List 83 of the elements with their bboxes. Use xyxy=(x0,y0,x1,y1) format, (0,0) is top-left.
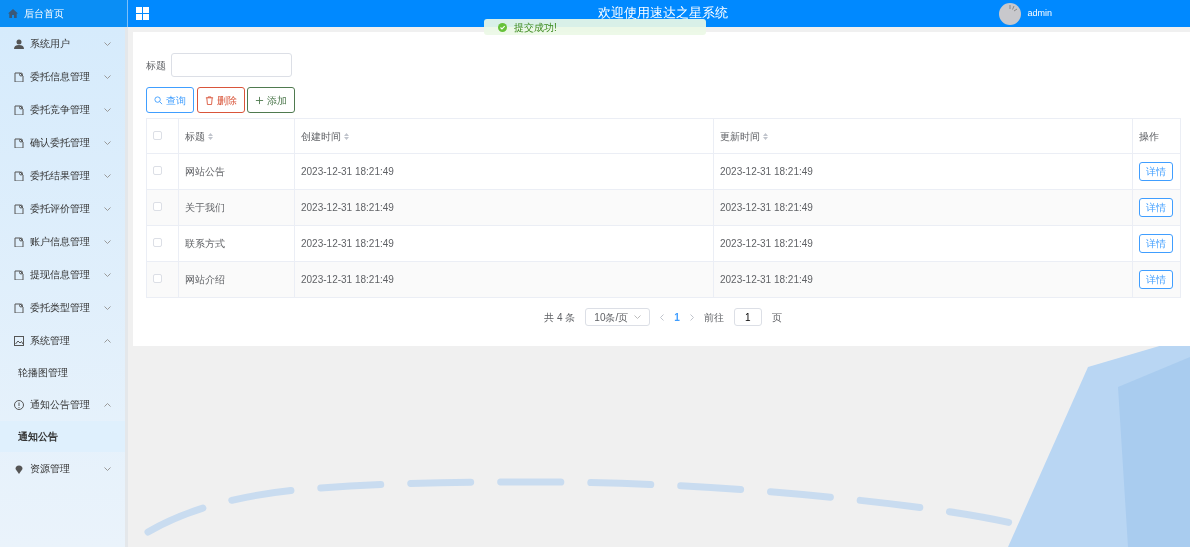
chevron-down-icon xyxy=(104,239,111,244)
column-header[interactable]: 标题 xyxy=(185,130,205,142)
sidebar-item[interactable]: 委托评价管理 xyxy=(0,192,125,225)
column-header[interactable]: 更新时间 xyxy=(720,130,760,142)
toast-message: 提交成功! xyxy=(514,20,557,35)
chevron-down-icon xyxy=(104,107,111,112)
document-icon xyxy=(14,71,24,82)
title-input[interactable] xyxy=(171,53,292,77)
sort-icon[interactable] xyxy=(343,133,349,141)
chevron-down-icon xyxy=(634,315,642,319)
sidebar-item[interactable]: 委托类型管理 xyxy=(0,291,125,324)
title-label: 标题 xyxy=(146,58,166,73)
page-suffix: 页 xyxy=(771,310,782,325)
sidebar-item[interactable]: 委托信息管理 xyxy=(0,60,125,93)
page-size-select[interactable]: 10条/页 xyxy=(585,308,651,326)
sidebar-item[interactable]: 账户信息管理 xyxy=(0,225,125,258)
table-cell: 网站介绍 xyxy=(178,261,295,298)
add-button[interactable]: 添加 xyxy=(247,87,295,113)
plus-icon xyxy=(255,95,264,105)
image-icon xyxy=(14,335,24,346)
sidebar-subitem[interactable]: 通知公告 xyxy=(0,421,125,452)
chevron-down-icon xyxy=(104,305,111,310)
location-pin-icon xyxy=(14,463,24,474)
table-cell: 联系方式 xyxy=(178,225,295,262)
table-cell: 2023-12-31 18:21:49 xyxy=(713,225,1133,262)
sort-icon[interactable] xyxy=(762,133,768,141)
table-cell: 2023-12-31 18:21:49 xyxy=(294,225,714,262)
sidebar-item[interactable]: 系统管理 xyxy=(0,324,125,357)
document-icon xyxy=(14,203,24,214)
document-icon xyxy=(14,137,24,148)
sidebar-item[interactable]: 资源管理 xyxy=(0,452,125,485)
checkbox[interactable] xyxy=(153,166,162,175)
document-icon xyxy=(14,302,24,313)
table-cell: 2023-12-31 18:21:49 xyxy=(294,189,714,226)
chevron-down-icon xyxy=(104,206,111,211)
person-icon xyxy=(14,38,24,49)
total-count: 共 4 条 xyxy=(544,310,576,325)
chevron-down-icon xyxy=(104,74,111,79)
sort-icon[interactable] xyxy=(207,133,213,141)
chevron-up-icon xyxy=(104,402,111,407)
sidebar-item[interactable]: 通知公告管理 xyxy=(0,388,125,421)
document-icon xyxy=(14,104,24,115)
next-page-icon[interactable] xyxy=(689,313,694,321)
chevron-down-icon xyxy=(104,41,111,46)
chevron-up-icon xyxy=(104,338,111,343)
chevron-down-icon xyxy=(104,272,111,277)
sidebar-item[interactable]: 系统用户 xyxy=(0,27,125,60)
previous-page-icon[interactable] xyxy=(660,313,665,321)
avatar-icon[interactable] xyxy=(999,2,1022,25)
sidebar-subitem[interactable]: 轮播图管理 xyxy=(0,357,125,388)
table-cell: 2023-12-31 18:21:49 xyxy=(294,261,714,298)
document-icon xyxy=(14,170,24,181)
delete-button[interactable]: 删除 xyxy=(196,87,245,113)
checkbox[interactable] xyxy=(153,130,162,140)
table-cell: 2023-12-31 18:21:49 xyxy=(713,189,1133,226)
trash-icon xyxy=(204,95,214,105)
home-icon xyxy=(8,9,18,18)
search-icon xyxy=(154,95,163,105)
info-icon xyxy=(14,399,24,410)
grid-menu-icon[interactable] xyxy=(136,7,149,20)
sidebar-item[interactable]: 提现信息管理 xyxy=(0,258,125,291)
table-cell: 2023-12-31 18:21:49 xyxy=(713,261,1133,298)
document-icon xyxy=(14,236,24,247)
system-title: 欢迎使用速达之星系统 xyxy=(598,4,728,22)
table-cell: 2023-12-31 18:21:49 xyxy=(713,153,1133,190)
chevron-down-icon xyxy=(104,173,111,178)
chevron-down-icon xyxy=(104,140,111,145)
goto-label: 前往 xyxy=(703,310,724,325)
table-cell: 关于我们 xyxy=(178,189,295,226)
table-cell: 2023-12-31 18:21:49 xyxy=(294,153,714,190)
checkbox[interactable] xyxy=(153,202,162,211)
sidebar-item[interactable]: 委托结果管理 xyxy=(0,159,125,192)
table-cell: 网站公告 xyxy=(178,153,295,190)
column-header: 操作 xyxy=(1139,130,1159,142)
checkbox[interactable] xyxy=(153,238,162,247)
column-header[interactable]: 创建时间 xyxy=(301,130,341,142)
sidebar-item[interactable]: 确认委托管理 xyxy=(0,126,125,159)
checkbox[interactable] xyxy=(153,274,162,283)
chevron-down-icon xyxy=(104,466,111,471)
success-icon xyxy=(498,22,507,32)
document-icon xyxy=(14,269,24,280)
page-input[interactable]: 1 xyxy=(733,308,762,326)
sidebar-item[interactable]: 委托竞争管理 xyxy=(0,93,125,126)
